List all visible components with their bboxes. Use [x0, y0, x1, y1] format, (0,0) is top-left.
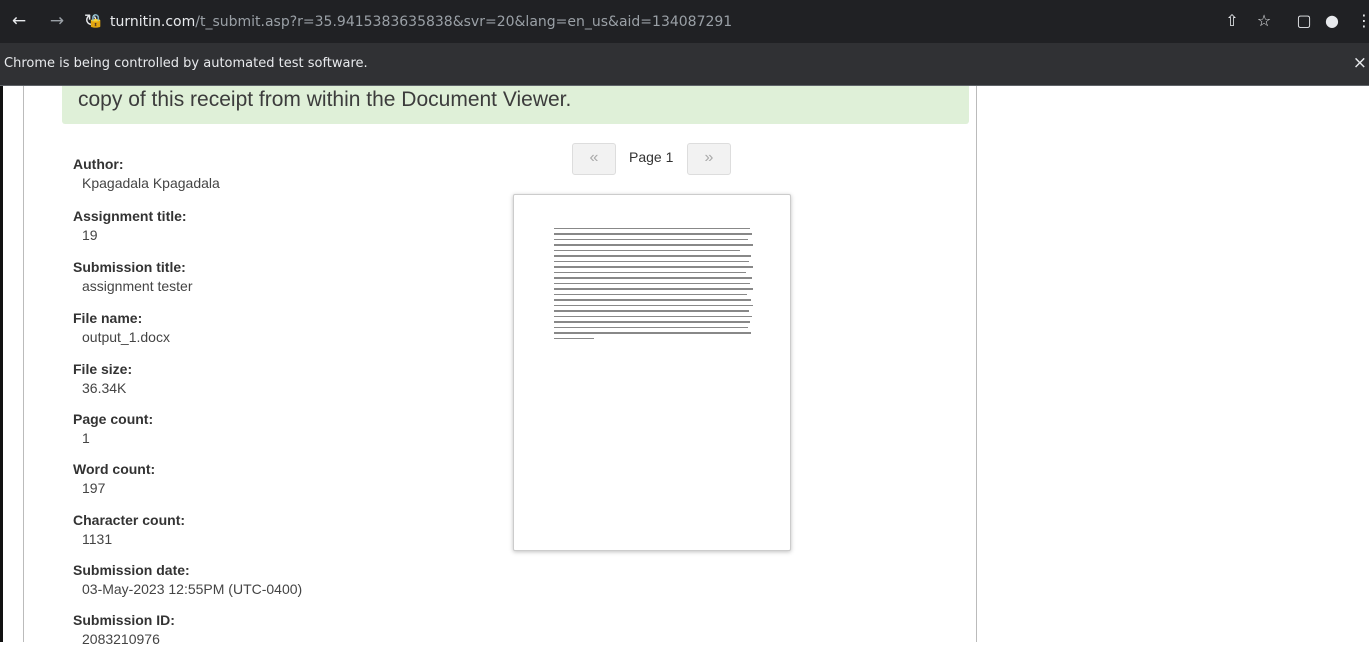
url-host: turnitin.com — [110, 14, 196, 30]
page-count-label: Page count: — [73, 411, 154, 427]
success-notice: copy of this receipt from within the Doc… — [62, 86, 969, 124]
sidepanel-icon[interactable]: ▢ — [1292, 10, 1316, 32]
file-name-value: output_1.docx — [82, 329, 170, 345]
character-count-label: Character count: — [73, 512, 186, 528]
notice-text: copy of this receipt from within the Doc… — [78, 88, 572, 111]
menu-icon[interactable]: ⋮ — [1352, 10, 1369, 32]
url-path: /t_submit.asp?r=35.9415383635838&svr=20&… — [195, 14, 733, 30]
submission-id-value: 2083210976 — [82, 631, 160, 647]
submission-id-label: Submission ID: — [73, 612, 175, 628]
character-count-field: Character count: 1131 — [73, 512, 185, 547]
page-label: Page 1 — [629, 149, 674, 165]
submission-title-value: assignment tester — [82, 278, 193, 294]
file-size-field: File size: 36.34K — [73, 361, 132, 396]
infobar-message: Chrome is being controlled by automated … — [4, 56, 368, 71]
forward-icon[interactable]: → — [46, 9, 68, 33]
page-count-value: 1 — [82, 430, 90, 446]
assignment-title-value: 19 — [82, 227, 98, 243]
star-icon[interactable]: ☆ — [1252, 10, 1276, 32]
word-count-label: Word count: — [73, 461, 156, 477]
author-field: Author: Kpagadala Kpagadala — [73, 156, 220, 191]
document-preview[interactable] — [513, 194, 791, 551]
address-bar[interactable]: 🔒 turnitin.com/t_submit.asp?r=35.9415383… — [88, 7, 1195, 37]
back-icon[interactable]: ← — [8, 9, 30, 33]
author-label: Author: — [73, 156, 124, 172]
submission-date-label: Submission date: — [73, 562, 190, 578]
character-count-value: 1131 — [82, 531, 113, 547]
submission-date-field: Submission date: 03-May-2023 12:55PM (UT… — [73, 562, 302, 597]
file-name-field: File name: output_1.docx — [73, 310, 170, 345]
automation-infobar: Chrome is being controlled by automated … — [0, 43, 1369, 86]
assignment-title-field: Assignment title: 19 — [73, 208, 187, 243]
file-name-label: File name: — [73, 310, 143, 326]
assignment-title-label: Assignment title: — [73, 208, 187, 224]
file-size-value: 36.34K — [82, 380, 127, 396]
document-text-lines — [554, 228, 754, 343]
submission-title-field: Submission title: assignment tester — [73, 259, 193, 294]
close-icon[interactable]: × — [1353, 53, 1367, 73]
profile-icon[interactable]: ● — [1320, 10, 1344, 32]
submission-title-label: Submission title: — [73, 259, 186, 275]
submission-date-value: 03-May-2023 12:55PM (UTC-0400) — [82, 581, 303, 597]
word-count-field: Word count: 197 — [73, 461, 155, 496]
file-size-label: File size: — [73, 361, 133, 377]
page-left-border — [0, 86, 3, 642]
previous-page-button[interactable]: « — [572, 143, 616, 175]
lock-icon: 🔒 — [87, 14, 105, 29]
next-page-button[interactable]: » — [687, 143, 731, 175]
browser-toolbar: ← → ↻ 🔒 turnitin.com/t_submit.asp?r=35.9… — [0, 0, 1369, 43]
page-count-field: Page count: 1 — [73, 411, 153, 446]
author-value: Kpagadala Kpagadala — [82, 175, 220, 191]
word-count-value: 197 — [82, 480, 106, 496]
share-icon[interactable]: ⇧ — [1220, 10, 1244, 32]
